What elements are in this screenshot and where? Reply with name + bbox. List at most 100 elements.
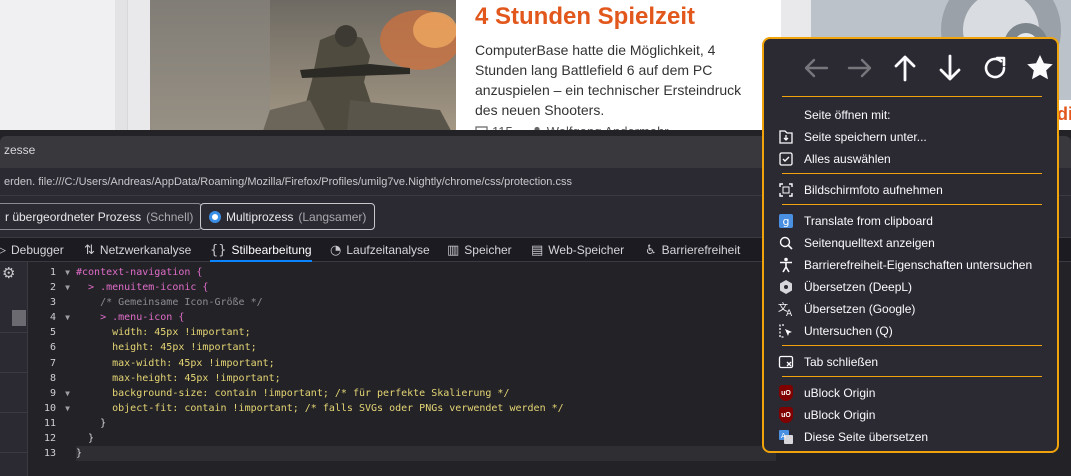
line-number: 8 bbox=[28, 371, 74, 386]
menu-label: uBlock Origin bbox=[804, 408, 876, 422]
up-arrow-icon[interactable] bbox=[888, 51, 922, 85]
menuitem-translate-deepl[interactable]: Übersetzen (DeepL) bbox=[778, 276, 1048, 298]
code-text: #context-navigation { bbox=[76, 267, 203, 278]
code-text: height: 45px !important; bbox=[76, 342, 257, 354]
line-number-value: 4 bbox=[49, 312, 56, 324]
tab-label: Web-Speicher bbox=[548, 243, 625, 257]
menuitem-view-source[interactable]: Seitenquelltext anzeigen bbox=[778, 232, 1048, 254]
menuitem-screenshot[interactable]: Bildschirmfoto aufnehmen bbox=[778, 179, 1048, 201]
menu-label: Übersetzen (Google) bbox=[804, 302, 916, 316]
list-scrollbar[interactable] bbox=[12, 310, 26, 326]
mode-label: Multiprozess bbox=[226, 209, 294, 224]
menu-separator bbox=[782, 376, 1042, 377]
menu-separator bbox=[782, 173, 1042, 174]
line-number: 10 ▼ bbox=[28, 401, 74, 416]
code-line[interactable]: background-size: contain !important; /* … bbox=[76, 386, 776, 401]
reload-icon[interactable] bbox=[978, 51, 1012, 85]
menuitem-ublock-origin[interactable]: uO uBlock Origin bbox=[778, 382, 1048, 404]
context-navigation bbox=[764, 51, 1057, 85]
fold-toggle-icon[interactable]: ▼ bbox=[65, 265, 70, 280]
network-icon: ⇅ bbox=[84, 242, 95, 258]
tab-memory[interactable]: ▥ Speicher bbox=[447, 238, 512, 262]
translate-clipboard-icon: g bbox=[778, 213, 794, 229]
line-number-value: 12 bbox=[43, 433, 56, 445]
code-line[interactable]: object-fit: contain !important; /* falls… bbox=[76, 401, 776, 416]
menu-label: Tab schließen bbox=[804, 355, 879, 369]
line-number-value: 9 bbox=[49, 387, 56, 399]
tab-label: Speicher bbox=[464, 243, 512, 257]
menuitem-translate-clipboard[interactable]: g Translate from clipboard bbox=[778, 210, 1048, 232]
code-line[interactable]: > .menu-icon { bbox=[76, 310, 776, 325]
line-number: 7 bbox=[28, 356, 74, 371]
ublock-icon: uO bbox=[778, 385, 794, 401]
code-text: > .menuitem-iconic { bbox=[76, 282, 209, 294]
context-menu: Seite öffnen mit: Seite speichern unter.… bbox=[762, 37, 1059, 453]
tab-label: Netzwerkanalyse bbox=[99, 243, 192, 257]
article-teaser[interactable]: ComputerBase hatte die Möglichkeit, 4 St… bbox=[475, 40, 765, 120]
tab-debugger[interactable]: ▷ Debugger bbox=[0, 238, 64, 262]
code-line[interactable]: max-width: 45px !important; bbox=[76, 356, 776, 371]
article-card[interactable]: 4 Stunden Spielzeit ComputerBase hatte d… bbox=[150, 0, 781, 140]
fold-toggle-icon[interactable]: ▼ bbox=[65, 280, 70, 295]
fold-toggle-icon[interactable]: ▼ bbox=[65, 386, 70, 401]
fold-toggle-icon[interactable]: ▼ bbox=[65, 401, 70, 416]
page-left-column bbox=[0, 0, 128, 140]
article-image[interactable] bbox=[150, 0, 456, 140]
tab-style-editor[interactable]: {} Stilbearbeitung bbox=[210, 238, 312, 262]
line-number-value: 2 bbox=[49, 282, 56, 294]
menuitem-close-tab[interactable]: Tab schließen bbox=[778, 351, 1048, 373]
accessibility-icon bbox=[778, 257, 794, 273]
svg-text:A: A bbox=[786, 309, 793, 317]
down-arrow-icon[interactable] bbox=[933, 51, 967, 85]
code-line[interactable]: } bbox=[76, 431, 776, 446]
line-number: 4 ▼ bbox=[28, 310, 74, 325]
code-line[interactable]: } bbox=[76, 446, 776, 462]
tab-network[interactable]: ⇅ Netzwerkanalyse bbox=[84, 238, 191, 262]
article-title[interactable]: 4 Stunden Spielzeit bbox=[475, 2, 765, 32]
code-line[interactable]: > .menuitem-iconic { bbox=[76, 280, 776, 295]
forward-arrow-icon[interactable] bbox=[843, 51, 877, 85]
style-editor-icon: {} bbox=[210, 242, 227, 258]
code-area[interactable]: #context-navigation { > .menuitem-iconic… bbox=[76, 265, 776, 462]
tab-accessibility[interactable]: ♿ Barrierefreiheit bbox=[645, 238, 740, 262]
menuitem-ublock-origin-2[interactable]: uO uBlock Origin bbox=[778, 404, 1048, 426]
close-tab-icon bbox=[778, 354, 794, 370]
inspect-icon bbox=[778, 323, 794, 339]
code-line[interactable]: width: 45px !important; bbox=[76, 325, 776, 340]
code-text: width: 45px !important; bbox=[76, 327, 251, 339]
tab-performance[interactable]: ◔ Laufzeitanalyse bbox=[330, 238, 430, 262]
mode-hint: (Langsamer) bbox=[298, 209, 367, 224]
menuitem-inspect[interactable]: Untersuchen (Q) bbox=[778, 320, 1048, 342]
menuitem-translate-page[interactable]: A Diese Seite übersetzen bbox=[778, 426, 1048, 448]
radio-selected-icon bbox=[209, 210, 221, 223]
menu-label: Übersetzen (DeepL) bbox=[804, 280, 913, 294]
code-line[interactable]: height: 45px !important; bbox=[76, 340, 776, 355]
code-line[interactable]: /* Gemeinsame Icon-Größe */ bbox=[76, 295, 776, 310]
menu-label: Alles auswählen bbox=[804, 152, 891, 166]
menuitem-save-page[interactable]: Seite speichern unter... bbox=[778, 126, 1048, 148]
code-text: /* Gemeinsame Icon-Größe */ bbox=[76, 297, 263, 309]
multiprocess-mode-button[interactable]: Multiprozess (Langsamer) bbox=[200, 203, 376, 230]
menuitem-translate-google[interactable]: 文A Übersetzen (Google) bbox=[778, 298, 1048, 320]
code-line[interactable]: max-height: 45px !important; bbox=[76, 371, 776, 386]
deepl-icon bbox=[778, 279, 794, 295]
gear-icon[interactable]: ⚙ bbox=[2, 264, 15, 282]
menu-label: uBlock Origin bbox=[804, 386, 876, 400]
parent-process-mode-button[interactable]: r übergeordneter Prozess (Schnell) bbox=[0, 203, 203, 230]
fold-toggle-icon[interactable]: ▼ bbox=[65, 310, 70, 325]
line-number-value: 11 bbox=[43, 417, 56, 429]
code-line[interactable]: #context-navigation { bbox=[76, 265, 776, 280]
code-line[interactable]: } bbox=[76, 416, 776, 431]
view-source-icon bbox=[778, 235, 794, 251]
line-number: 9 ▼ bbox=[28, 386, 74, 401]
code-text: max-width: 45px !important; bbox=[76, 357, 275, 369]
menuitem-select-all[interactable]: Alles auswählen bbox=[778, 148, 1048, 170]
back-arrow-icon[interactable] bbox=[799, 51, 833, 85]
code-text: > .menu-icon { bbox=[76, 312, 185, 324]
tab-label: Laufzeitanalyse bbox=[346, 243, 430, 257]
menu-label: Barrierefreiheit-Eigenschaften untersuch… bbox=[804, 258, 1033, 272]
menuitem-inspect-accessibility[interactable]: Barrierefreiheit-Eigenschaften untersuch… bbox=[778, 254, 1048, 276]
bookmark-star-icon[interactable] bbox=[1023, 51, 1057, 85]
tab-storage[interactable]: ▤ Web-Speicher bbox=[531, 238, 624, 262]
line-number: 2 ▼ bbox=[28, 280, 74, 295]
